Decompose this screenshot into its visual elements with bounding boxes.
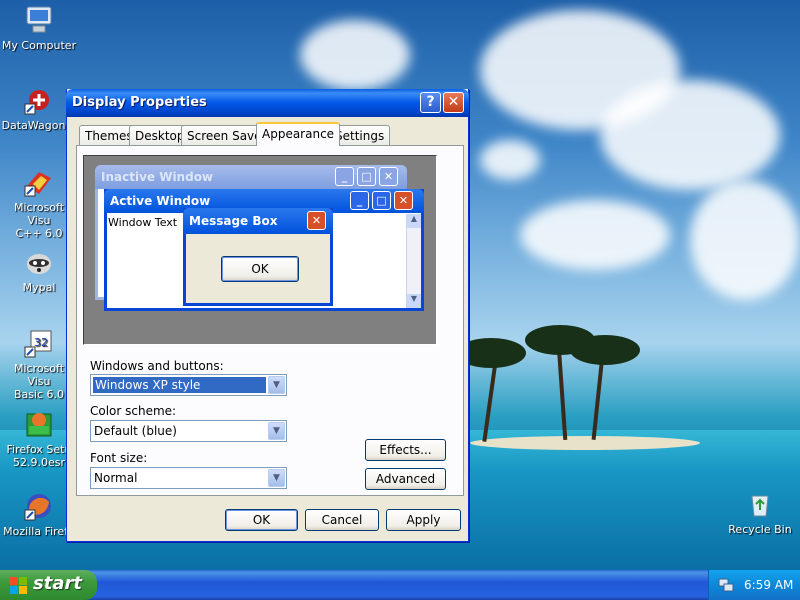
maximize-icon: □ <box>357 167 376 186</box>
scroll-down-icon: ▼ <box>407 294 421 308</box>
desktop-icon-my-computer[interactable]: My Computer <box>1 4 77 52</box>
raccoon-icon <box>23 246 55 278</box>
windows-and-buttons-label: Windows and buttons: <box>90 359 224 373</box>
color-scheme-label: Color scheme: <box>90 404 177 418</box>
effects-button[interactable]: Effects... <box>365 439 446 461</box>
font-size-label: Font size: <box>90 451 148 465</box>
palm-fronds <box>570 335 640 365</box>
firefox-icon <box>23 490 55 522</box>
tab-label: Desktop <box>135 129 185 143</box>
desktop-icon-label: Recycle Bin <box>728 523 792 536</box>
maximize-icon: □ <box>372 191 391 210</box>
preview-scrollbar: ▲ ▼ <box>406 214 421 308</box>
help-button[interactable]: ? <box>420 92 441 113</box>
windows-and-buttons-select[interactable]: Windows XP style ▼ <box>90 374 287 396</box>
tab-label: Appearance <box>262 127 335 141</box>
chevron-down-icon[interactable]: ▼ <box>268 376 285 394</box>
network-icon[interactable] <box>718 577 734 596</box>
select-value: Normal <box>94 471 138 485</box>
tab-label: Themes <box>85 129 133 143</box>
chevron-down-icon[interactable]: ▼ <box>268 422 285 440</box>
start-button[interactable]: start <box>0 570 97 600</box>
button-label: Cancel <box>321 513 363 527</box>
cancel-button[interactable]: Cancel <box>305 509 379 531</box>
desktop-icon-recycle-bin[interactable]: Recycle Bin <box>722 488 798 536</box>
message-box-title-bar: Message Box ✕ <box>183 208 333 234</box>
cloud <box>600 80 780 190</box>
button-label: Apply <box>406 513 441 527</box>
cloud <box>480 140 540 180</box>
desktop-icon-label: My Computer <box>1 39 77 52</box>
recycle-bin-icon <box>744 488 776 520</box>
close-icon: ✕ <box>447 94 460 110</box>
question-mark-icon: ? <box>426 94 435 110</box>
font-size-select[interactable]: Normal ▼ <box>90 467 287 489</box>
palm-tree <box>556 344 568 441</box>
windows-flag-icon <box>10 577 27 594</box>
button-label: OK <box>251 262 269 276</box>
appearance-preview: Inactive Window _ □ ✕ Active Window _ □ … <box>83 155 437 345</box>
installer-icon <box>23 408 55 440</box>
window-title: Display Properties <box>72 95 207 110</box>
inactive-window-title: Inactive Window <box>101 170 214 184</box>
system-tray: 6:59 AM <box>708 570 800 600</box>
message-box-title: Message Box <box>189 214 278 228</box>
ok-button[interactable]: OK <box>225 509 298 531</box>
chevron-down-icon[interactable]: ▼ <box>268 469 285 487</box>
preview-ok-button: OK <box>221 256 299 282</box>
start-label: start <box>33 573 82 594</box>
close-icon: ✕ <box>307 211 326 230</box>
tab-appearance[interactable]: Appearance <box>256 122 341 146</box>
advanced-button[interactable]: Advanced <box>365 468 446 490</box>
svg-text:32: 32 <box>34 336 48 349</box>
minimize-icon: _ <box>350 191 369 210</box>
cloud <box>300 20 410 90</box>
close-button[interactable]: ✕ <box>443 92 464 113</box>
preview-message-box: Message Box ✕ OK <box>183 208 333 306</box>
palm-tree <box>591 355 605 440</box>
tab-label: Settings <box>335 129 385 143</box>
visual-cpp-icon <box>23 166 55 198</box>
clock[interactable]: 6:59 AM <box>744 578 793 592</box>
apply-button[interactable]: Apply <box>386 509 461 531</box>
title-bar[interactable]: Display Properties ? ✕ <box>66 89 469 117</box>
tab-label: Screen Saver <box>187 129 267 143</box>
minimize-icon: _ <box>335 167 354 186</box>
close-icon: ✕ <box>394 191 413 210</box>
island <box>470 436 700 450</box>
button-label: Effects... <box>379 443 432 457</box>
button-label: Advanced <box>375 472 436 486</box>
datawagon-icon <box>23 84 55 116</box>
display-properties-window: Display Properties ? ✕ Themes Desktop Sc… <box>66 89 469 542</box>
color-scheme-select[interactable]: Default (blue) ▼ <box>90 420 287 442</box>
cloud <box>520 200 670 270</box>
inactive-title-bar: Inactive Window _ □ ✕ <box>95 165 407 189</box>
taskbar: start 6:59 AM <box>0 570 800 600</box>
cloud <box>690 180 800 300</box>
close-icon: ✕ <box>379 167 398 186</box>
scroll-up-icon: ▲ <box>407 214 421 228</box>
visual-basic-icon: 32 <box>23 327 55 359</box>
active-window-title: Active Window <box>110 194 211 208</box>
select-value: Default (blue) <box>94 424 177 438</box>
select-value: Windows XP style <box>93 377 266 393</box>
computer-icon <box>23 4 55 36</box>
button-label: OK <box>252 513 271 527</box>
window-text-sample: Window Text <box>108 216 178 229</box>
